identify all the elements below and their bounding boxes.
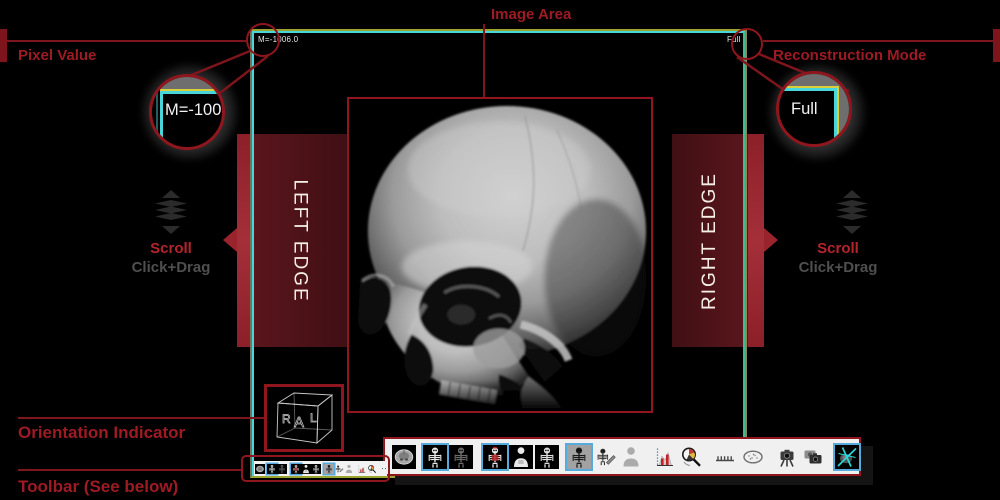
reconstruction-mode-label: Reconstruction Mode <box>773 47 926 64</box>
scroll-layers-icon <box>152 189 190 235</box>
image-area-label: Image Area <box>491 6 571 23</box>
toolbar-button-bone-dark-view[interactable] <box>449 445 473 469</box>
toolbar-callout-line <box>18 469 241 471</box>
magnified-pixel-value-text: M=-1006 <box>165 101 225 120</box>
orientation-callout-line <box>18 417 264 419</box>
right-edge-arrow <box>764 228 778 252</box>
pixel-value-callout-line <box>6 40 246 42</box>
left-edge-arrow <box>223 228 237 252</box>
left-edge-label: LEFT EDGE <box>289 179 311 302</box>
mini-toolbar-button-bone-edit[interactable] <box>334 464 344 474</box>
magnified-cyan-border <box>160 91 222 94</box>
image-area-highlight-rect <box>347 97 653 413</box>
scroll-action-label-right: Scroll <box>788 240 888 257</box>
magnified-panel-edge-v <box>839 74 849 144</box>
mini-toolbar: ⋯ <box>254 461 387 476</box>
orientation-letter-a: A <box>294 414 304 431</box>
scroll-action-label-left: Scroll <box>121 240 221 257</box>
toolbar-button-skeleton-inverse-view-selected[interactable] <box>567 445 591 469</box>
reconstruction-mode-callout-line <box>763 40 994 42</box>
mini-toolbar-button-bone-dark-view[interactable] <box>277 464 287 474</box>
right-edge-zone[interactable]: RIGHT EDGE <box>672 134 748 347</box>
mini-toolbar-overflow: ⋯ <box>381 463 390 474</box>
pixel-value-magnifier: M=-1006 <box>149 74 225 150</box>
toolbar-button-body-view[interactable] <box>509 445 533 469</box>
toolbar-button-axial-slice[interactable] <box>392 445 416 469</box>
orientation-letter-r: R <box>282 412 291 426</box>
toolbar-button-tissue-view-selected[interactable] <box>483 445 507 469</box>
image-area-callout-line <box>483 24 485 97</box>
pixel-value-label: Pixel Value <box>18 47 96 64</box>
mini-toolbar-button-skeleton-view[interactable] <box>311 464 321 474</box>
scroll-gesture-label-left: Click+Drag <box>121 259 221 276</box>
right-edge-label: RIGHT EDGE <box>699 172 721 310</box>
mini-toolbar-button-person-disabled[interactable] <box>344 464 354 474</box>
left-edge-zone[interactable]: LEFT EDGE <box>253 134 347 347</box>
left-edge-marker-bar <box>0 29 7 62</box>
scroll-gesture-label-right: Click+Drag <box>788 259 888 276</box>
toolbar-button-bone-view-selected[interactable] <box>423 445 447 469</box>
toolbar-button-crosshair-view-selected[interactable] <box>835 445 859 469</box>
mini-toolbar-button-bone-view-selected[interactable] <box>267 464 277 474</box>
mini-toolbar-button-skeleton-inverse-view-selected[interactable] <box>324 464 334 474</box>
right-edge-strip <box>748 134 764 347</box>
scroll-layers-icon <box>833 189 871 235</box>
mini-toolbar-button-analyze-magnifier[interactable] <box>367 464 377 474</box>
toolbar-button-skeleton-view[interactable] <box>535 445 559 469</box>
toolbar-button-histogram[interactable] <box>653 445 677 469</box>
toolbar-button-snapshot-camera[interactable] <box>775 445 799 469</box>
reconstruction-mode-magnifier: Full <box>776 71 852 147</box>
mini-toolbar-button-body-view[interactable] <box>301 464 311 474</box>
toolbar-button-ellipse-roi[interactable] <box>741 445 765 469</box>
toolbar-label: Toolbar (See below) <box>18 477 178 497</box>
toolbar-button-bone-edit[interactable] <box>593 445 617 469</box>
magnified-panel-edge <box>152 77 222 89</box>
viewport-border-overlay <box>745 134 747 347</box>
right-edge-marker-bar <box>993 29 1000 62</box>
toolbar-button-ruler[interactable] <box>713 445 737 469</box>
orientation-indicator-label: Orientation Indicator <box>18 423 185 443</box>
toolbar-button-person-disabled[interactable] <box>619 445 643 469</box>
orientation-cube: R A L <box>266 386 342 450</box>
pixel-value-source-circle <box>246 23 280 57</box>
magnified-teal-border-v <box>156 89 158 147</box>
viewport-border-overlay <box>252 134 254 347</box>
orientation-letter-l: L <box>310 411 317 425</box>
mini-toolbar-button-histogram[interactable] <box>357 464 367 474</box>
magnified-olive-border-v <box>837 86 839 144</box>
magnified-cyan-border-v <box>834 88 837 144</box>
magnified-cyan-border-v <box>160 91 163 147</box>
toolbar-button-analyze-magnifier[interactable] <box>679 445 703 469</box>
mini-toolbar-button-tissue-view-selected[interactable] <box>291 464 301 474</box>
screenshot-canvas: M=-1006.0 Full <box>0 0 1000 500</box>
magnified-cyan-border <box>779 88 837 91</box>
toolbar-button-multi-snapshot[interactable] <box>801 445 825 469</box>
mini-toolbar-button-axial-slice[interactable] <box>255 464 265 474</box>
magnified-reconstruction-mode-text: Full <box>791 100 818 119</box>
toolbar-magnified <box>383 437 861 476</box>
reconstruction-mode-source-circle <box>731 28 763 60</box>
